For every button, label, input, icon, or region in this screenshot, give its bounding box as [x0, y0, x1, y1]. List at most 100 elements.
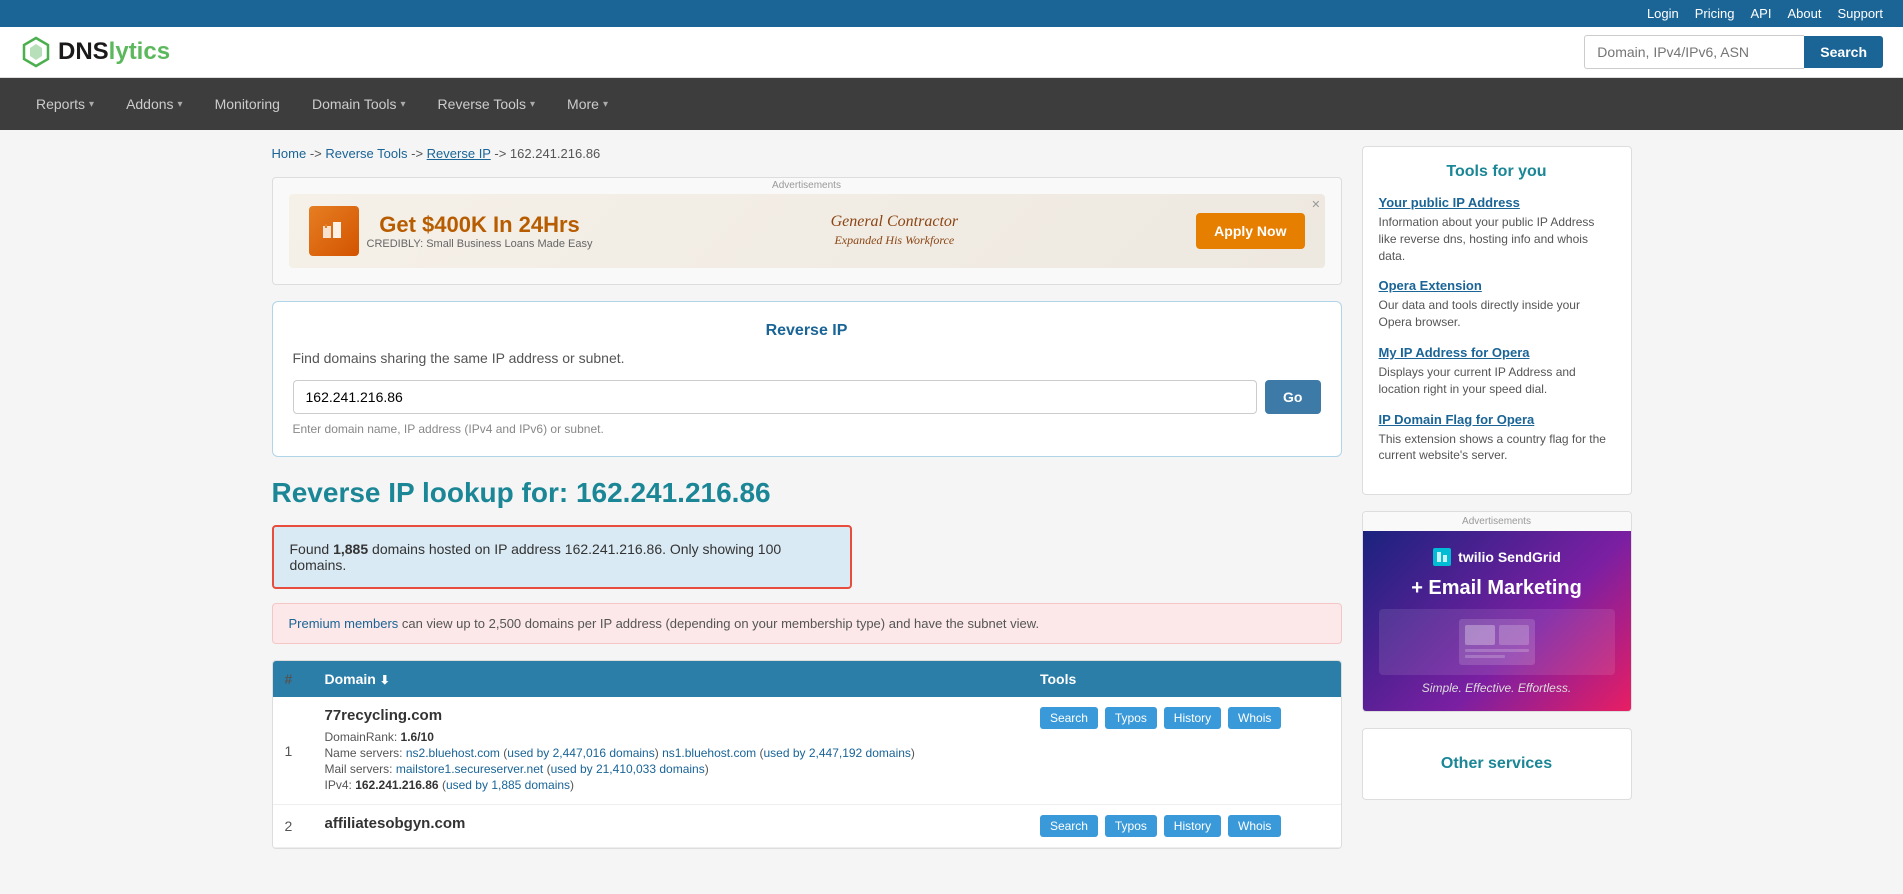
domain-count: 1,885: [333, 541, 368, 557]
go-button[interactable]: Go: [1265, 380, 1320, 414]
page-title: Reverse IP lookup for: 162.241.216.86: [272, 477, 1342, 509]
reverse-ip-input[interactable]: [293, 380, 1258, 414]
row1-details: DomainRank: 1.6/10 Name servers: ns2.blu…: [325, 730, 1016, 792]
sidebar-public-ip-link[interactable]: Your public IP Address: [1379, 195, 1615, 210]
logo-icon: [20, 36, 52, 68]
row1-mail-link[interactable]: mailstore1.secureserver.net: [396, 762, 543, 776]
sidebar: Tools for you Your public IP Address Inf…: [1362, 146, 1632, 849]
reverse-ip-hint: Enter domain name, IP address (IPv4 and …: [293, 422, 1321, 436]
reverse-ip-form: Go: [293, 380, 1321, 414]
about-link[interactable]: About: [1787, 6, 1821, 21]
row2-history-btn[interactable]: History: [1164, 815, 1221, 837]
col-num: #: [273, 661, 313, 697]
reverse-ip-description: Find domains sharing the same IP address…: [293, 350, 1321, 366]
breadcrumb-reverse-ip[interactable]: Reverse IP: [427, 146, 491, 161]
info-box: Found 1,885 domains hosted on IP address…: [272, 525, 852, 589]
breadcrumb: Home -> Reverse Tools -> Reverse IP -> 1…: [272, 146, 1342, 161]
reverse-tools-caret: ▾: [530, 99, 535, 110]
other-services-title: Other services: [1379, 745, 1615, 783]
sidebar-other-services: Other services: [1362, 728, 1632, 800]
ad-cta-button[interactable]: Apply Now: [1196, 213, 1304, 249]
row1-tools: Search Typos History Whois: [1028, 697, 1341, 805]
nav-reverse-tools[interactable]: Reverse Tools ▾: [422, 78, 551, 130]
breadcrumb-ip: 162.241.216.86: [510, 146, 600, 161]
breadcrumb-reverse-tools[interactable]: Reverse Tools: [325, 146, 407, 161]
domain-tools-caret: ▾: [401, 99, 406, 110]
sidebar-opera-ext-link[interactable]: Opera Extension: [1379, 278, 1615, 293]
ad-banner: Advertisements Get $400K In 24Hrs CREDIB…: [272, 177, 1342, 285]
premium-link[interactable]: Premium members: [289, 616, 399, 631]
reports-caret: ▾: [89, 99, 94, 110]
sidebar-tools-card: Tools for you Your public IP Address Inf…: [1362, 146, 1632, 495]
table-row: 1 77recycling.com DomainRank: 1.6/10 Nam…: [273, 697, 1341, 805]
sidebar-tools-title: Tools for you: [1379, 163, 1615, 181]
col-tools: Tools: [1028, 661, 1341, 697]
row1-ns1-link[interactable]: ns2.bluehost.com: [406, 746, 500, 760]
breadcrumb-home[interactable]: Home: [272, 146, 307, 161]
sidebar-flag-opera-desc: This extension shows a country flag for …: [1379, 431, 1615, 465]
ad-text: Get $400K In 24Hrs CREDIBLY: Small Busin…: [367, 212, 593, 250]
row1-ip-used[interactable]: used by 1,885 domains: [446, 778, 570, 792]
row1-search-btn[interactable]: Search: [1040, 707, 1098, 729]
row2-whois-btn[interactable]: Whois: [1228, 815, 1281, 837]
pricing-link[interactable]: Pricing: [1695, 6, 1735, 21]
header: DNSlytics Search: [0, 27, 1903, 78]
sidebar-public-ip-desc: Information about your public IP Address…: [1379, 214, 1615, 264]
col-domain: Domain ⬇: [313, 661, 1028, 697]
row2-num: 2: [273, 805, 313, 848]
sidebar-ad-inner: twilio SendGrid + Email Marketing Simple…: [1363, 531, 1631, 711]
row1-ns1-used[interactable]: used by 2,447,016 domains: [507, 746, 654, 760]
header-search-input[interactable]: [1584, 35, 1804, 69]
nav-left: Reports ▾ Addons ▾ Monitoring Domain Too…: [20, 78, 624, 130]
sidebar-ip-opera-desc: Displays your current IP Address and loc…: [1379, 364, 1615, 398]
content-area: Home -> Reverse Tools -> Reverse IP -> 1…: [272, 146, 1342, 849]
row1-ns2-used[interactable]: used by 2,447,192 domains: [763, 746, 910, 760]
row2-domain-cell: affiliatesobgyn.com: [313, 805, 1028, 848]
logo[interactable]: DNSlytics: [20, 36, 170, 68]
navbar: Reports ▾ Addons ▾ Monitoring Domain Too…: [0, 78, 1903, 130]
support-link[interactable]: Support: [1837, 6, 1883, 21]
ad-inner: Get $400K In 24Hrs CREDIBLY: Small Busin…: [289, 194, 1325, 268]
more-caret: ▾: [603, 99, 608, 110]
sidebar-ip-opera-link[interactable]: My IP Address for Opera: [1379, 345, 1615, 360]
api-link[interactable]: API: [1751, 6, 1772, 21]
nav-monitoring[interactable]: Monitoring: [199, 78, 296, 130]
domain-table: # Domain ⬇ Tools 1 77recycling.com: [273, 661, 1341, 848]
row1-domain-cell: 77recycling.com DomainRank: 1.6/10 Name …: [313, 697, 1028, 805]
nav-reports[interactable]: Reports ▾: [20, 78, 110, 130]
row1-whois-btn[interactable]: Whois: [1228, 707, 1281, 729]
sidebar-item-opera-ext: Opera Extension Our data and tools direc…: [1379, 278, 1615, 331]
table-row: 2 affiliatesobgyn.com Search Typos Histo…: [273, 805, 1341, 848]
header-search: Search: [1584, 35, 1883, 69]
row1-domain-name: 77recycling.com: [325, 707, 1016, 724]
download-icon[interactable]: ⬇: [380, 673, 390, 687]
top-bar: Login Pricing API About Support: [0, 0, 1903, 27]
ad-close-button[interactable]: ✕: [1311, 198, 1320, 211]
row2-search-btn[interactable]: Search: [1040, 815, 1098, 837]
domain-table-wrapper: # Domain ⬇ Tools 1 77recycling.com: [272, 660, 1342, 849]
nav-domain-tools[interactable]: Domain Tools ▾: [296, 78, 422, 130]
info-text-before: Found: [290, 541, 334, 557]
header-search-button[interactable]: Search: [1804, 36, 1883, 68]
row1-ns2-link[interactable]: ns1.bluehost.com: [662, 746, 756, 760]
sidebar-ad-tagline: + Email Marketing: [1379, 575, 1615, 601]
nav-more[interactable]: More ▾: [551, 78, 624, 130]
login-link[interactable]: Login: [1647, 6, 1679, 21]
row2-typos-btn[interactable]: Typos: [1105, 815, 1157, 837]
sidebar-flag-opera-link[interactable]: IP Domain Flag for Opera: [1379, 412, 1615, 427]
sidebar-ad-logo-text: twilio SendGrid: [1458, 549, 1561, 565]
addons-caret: ▾: [178, 99, 183, 110]
row1-history-btn[interactable]: History: [1164, 707, 1221, 729]
premium-text: can view up to 2,500 domains per IP addr…: [398, 616, 1039, 631]
sidebar-ad-sub: Simple. Effective. Effortless.: [1379, 681, 1615, 695]
sidebar-ad-label: Advertisements: [1363, 512, 1631, 531]
sidebar-item-flag-opera: IP Domain Flag for Opera This extension …: [1379, 412, 1615, 465]
main-container: Home -> Reverse Tools -> Reverse IP -> 1…: [252, 130, 1652, 865]
row1-typos-btn[interactable]: Typos: [1105, 707, 1157, 729]
row1-mail-used[interactable]: used by 21,410,033 domains: [551, 762, 705, 776]
reverse-ip-title: Reverse IP: [293, 322, 1321, 340]
row2-domain-name: affiliatesobgyn.com: [325, 815, 1016, 832]
reverse-ip-widget: Reverse IP Find domains sharing the same…: [272, 301, 1342, 457]
sidebar-ad: Advertisements twilio SendGrid + Email M…: [1362, 511, 1632, 712]
nav-addons[interactable]: Addons ▾: [110, 78, 199, 130]
